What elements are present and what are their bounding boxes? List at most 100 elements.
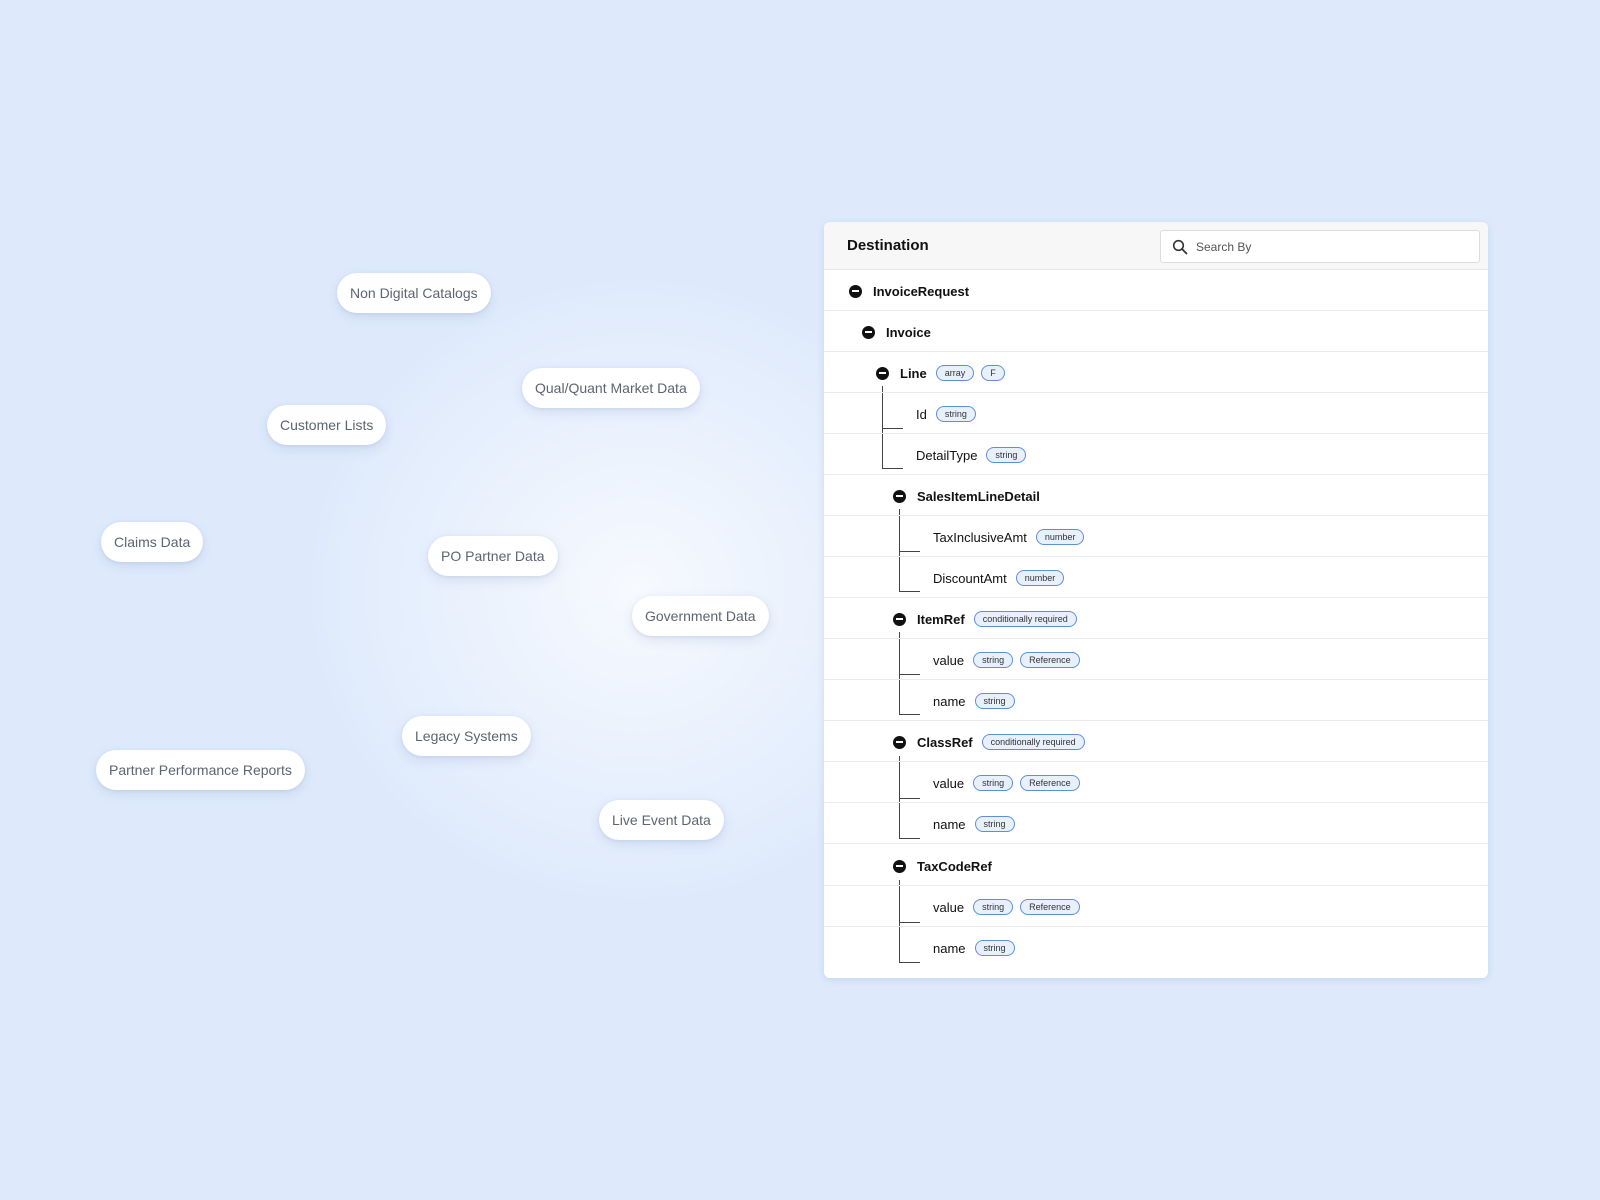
- source-chip-legacy-systems[interactable]: Legacy Systems: [402, 716, 531, 756]
- background-glow: [300, 270, 860, 910]
- type-badge: array: [935, 365, 975, 381]
- tree-node: name string: [933, 814, 1015, 834]
- type-badge: conditionally required: [981, 734, 1085, 750]
- field-name: InvoiceRequest: [873, 283, 970, 299]
- collapse-icon[interactable]: [893, 612, 906, 626]
- destination-title: Destination: [847, 237, 929, 254]
- field-name: value: [933, 652, 965, 668]
- field-name: name: [933, 693, 966, 709]
- field-name: value: [933, 899, 965, 915]
- search-box[interactable]: [1160, 230, 1480, 263]
- tree-node: name string: [933, 691, 1015, 711]
- destination-panel: Destination InvoiceRequest Invoice Linearr…: [824, 222, 1488, 978]
- field-name: TaxCodeRef: [917, 858, 992, 874]
- tree-node: SalesItemLineDetail: [893, 486, 1040, 506]
- type-badge: string: [973, 775, 1014, 791]
- tree-node: value string Reference: [933, 897, 1080, 917]
- tree-node: name string: [933, 938, 1015, 958]
- source-chip-partner-performance-reports[interactable]: Partner Performance Reports: [96, 750, 305, 790]
- source-chip-label: Non Digital Catalogs: [350, 285, 478, 301]
- field-name: Invoice: [886, 324, 931, 340]
- tree-node: Line array F: [876, 363, 1005, 383]
- tree-node: ItemRef conditionally required: [893, 609, 1077, 629]
- type-badge: Reference: [1020, 775, 1080, 791]
- source-chip-label: Claims Data: [114, 534, 191, 550]
- source-chip-qual-quant-market-data[interactable]: Qual/Quant Market Data: [522, 368, 700, 408]
- tree-node: DiscountAmt number: [933, 568, 1065, 588]
- tree-row[interactable]: Id string: [824, 393, 1488, 434]
- tree-node: value string Reference: [933, 773, 1080, 793]
- source-chip-label: Partner Performance Reports: [109, 762, 292, 778]
- destination-header: Destination: [824, 222, 1488, 270]
- type-badge: number: [1015, 570, 1065, 586]
- field-name: DiscountAmt: [933, 570, 1007, 586]
- tree-row[interactable]: name string: [824, 803, 1488, 844]
- tree-row[interactable]: value string Reference: [824, 639, 1488, 680]
- collapse-icon[interactable]: [893, 859, 906, 873]
- field-name: name: [933, 940, 966, 956]
- tree-node: ClassRef conditionally required: [893, 732, 1085, 752]
- collapse-icon[interactable]: [893, 735, 906, 749]
- tree-row[interactable]: Line array F: [824, 352, 1488, 393]
- type-badge: string: [974, 816, 1015, 832]
- type-badge: string: [973, 899, 1014, 915]
- source-chip-label: Legacy Systems: [415, 728, 518, 744]
- tree-row[interactable]: name string: [824, 927, 1488, 968]
- source-chip-label: Customer Lists: [280, 417, 374, 433]
- tree-node: TaxCodeRef: [893, 856, 992, 876]
- tree-row[interactable]: ItemRef conditionally required: [824, 598, 1488, 639]
- type-badge: number: [1035, 529, 1085, 545]
- source-chip-customer-lists[interactable]: Customer Lists: [267, 405, 387, 445]
- collapse-icon[interactable]: [893, 489, 906, 503]
- tree-row[interactable]: ClassRef conditionally required: [824, 721, 1488, 762]
- source-chip-non-digital-catalogs[interactable]: Non Digital Catalogs: [337, 273, 491, 313]
- source-chip-label: Live Event Data: [612, 812, 711, 828]
- collapse-icon[interactable]: [862, 325, 875, 339]
- tree-row[interactable]: Invoice: [824, 311, 1488, 352]
- field-name: DetailType: [916, 447, 978, 463]
- type-badge: string: [986, 447, 1027, 463]
- collapse-icon[interactable]: [849, 284, 862, 298]
- tree-node: InvoiceRequest: [849, 281, 969, 301]
- tree-row[interactable]: value string Reference: [824, 886, 1488, 927]
- source-chip-label: PO Partner Data: [441, 548, 545, 564]
- tree-node: DetailType string: [916, 445, 1027, 465]
- type-badge: string: [935, 406, 976, 422]
- search-input[interactable]: [1194, 238, 1458, 255]
- source-chip-government-data[interactable]: Government Data: [632, 596, 769, 636]
- tree-row[interactable]: TaxInclusiveAmt number: [824, 516, 1488, 557]
- tree-row[interactable]: TaxCodeRef: [824, 845, 1488, 886]
- type-badge: Reference: [1020, 899, 1080, 915]
- type-badge: Reference: [1020, 652, 1080, 668]
- field-name: ItemRef: [917, 611, 965, 627]
- tree-row[interactable]: DiscountAmt number: [824, 557, 1488, 598]
- source-chip-label: Government Data: [645, 608, 756, 624]
- source-chip-po-partner-data[interactable]: PO Partner Data: [428, 536, 558, 576]
- field-name: Id: [916, 406, 927, 422]
- tree-row[interactable]: value string Reference: [824, 762, 1488, 803]
- tree-row[interactable]: InvoiceRequest: [824, 270, 1488, 311]
- type-badge: string: [974, 940, 1015, 956]
- tree-row[interactable]: SalesItemLineDetail: [824, 475, 1488, 516]
- source-chip-label: Qual/Quant Market Data: [535, 380, 687, 396]
- tree-row[interactable]: name string: [824, 680, 1488, 721]
- tree-node: value string Reference: [933, 650, 1080, 670]
- type-badge: string: [974, 693, 1015, 709]
- field-name: Line: [900, 365, 927, 381]
- field-name: value: [933, 775, 965, 791]
- type-badge: F: [981, 365, 1005, 381]
- tree-node: Invoice: [862, 322, 931, 342]
- tree-node: Id string: [916, 404, 976, 424]
- field-name: name: [933, 816, 966, 832]
- type-badge: conditionally required: [973, 611, 1077, 627]
- collapse-icon[interactable]: [876, 366, 889, 380]
- tree-row[interactable]: DetailType string: [824, 434, 1488, 475]
- field-name: ClassRef: [917, 734, 973, 750]
- search-icon: [1172, 239, 1188, 254]
- field-name: TaxInclusiveAmt: [933, 529, 1027, 545]
- source-chip-live-event-data[interactable]: Live Event Data: [599, 800, 724, 840]
- tree-node: TaxInclusiveAmt number: [933, 527, 1085, 547]
- source-chip-claims-data[interactable]: Claims Data: [101, 522, 204, 562]
- type-badge: string: [973, 652, 1014, 668]
- field-name: SalesItemLineDetail: [917, 488, 1040, 504]
